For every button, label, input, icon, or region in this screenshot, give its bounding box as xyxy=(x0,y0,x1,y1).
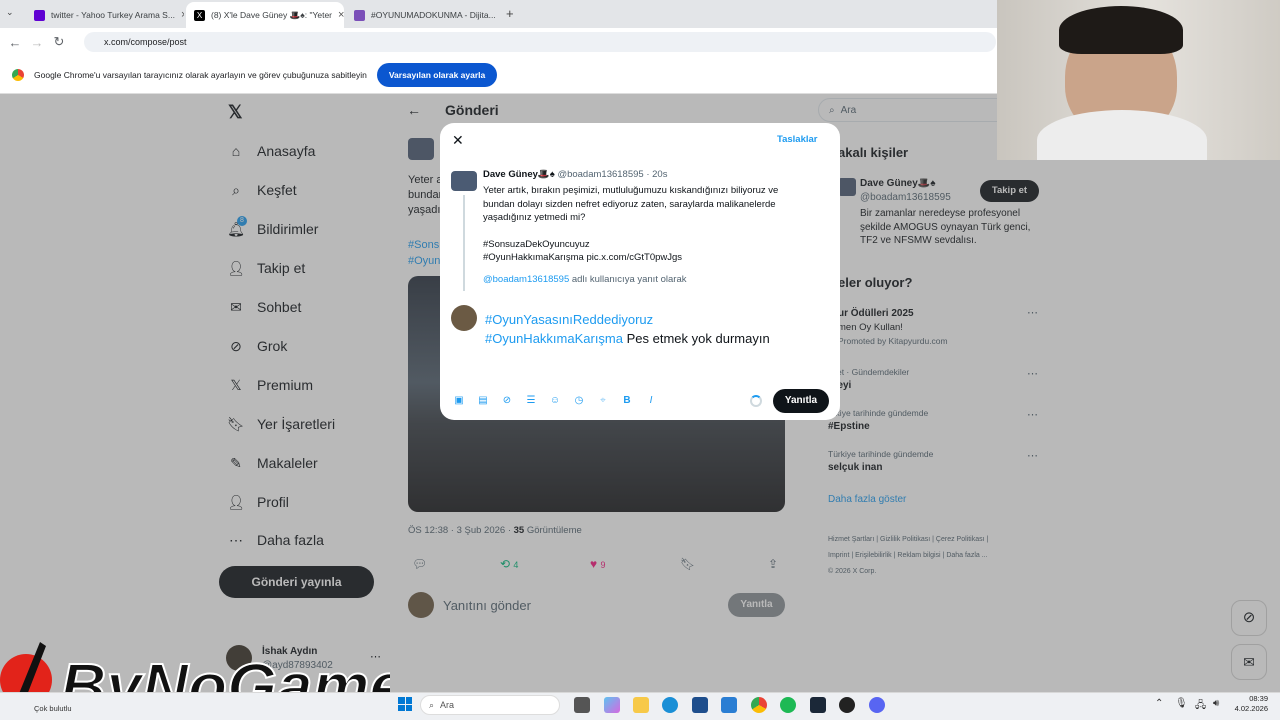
address-bar[interactable]: x.com/compose/post xyxy=(84,32,996,52)
reply-to-text: adlı kullanıcıya yanıt olarak xyxy=(569,274,686,285)
close-icon[interactable]: ✕ xyxy=(452,132,464,149)
network-icon[interactable]: 🖧︎ xyxy=(1195,698,1206,715)
copilot-icon[interactable] xyxy=(604,697,620,713)
author-handle: @boadam13618595 · 20s xyxy=(557,169,667,180)
emoji-icon[interactable]: ☺ xyxy=(549,395,561,407)
italic-icon[interactable]: I xyxy=(645,395,657,407)
tab-title: #OYUNUMADOKUNMA - Dijita... xyxy=(371,10,496,20)
edge-icon[interactable] xyxy=(662,697,678,713)
gif-icon[interactable]: ▤ xyxy=(477,395,489,407)
char-counter-icon xyxy=(750,395,762,407)
bold-icon[interactable]: B xyxy=(621,395,633,407)
tab-x-post[interactable]: X (8) X'le Dave Güney 🎩♠: "Yeter × xyxy=(186,2,344,28)
new-tab-icon[interactable]: + xyxy=(506,6,514,21)
search-icon: ⌕ xyxy=(429,700,434,711)
avatar xyxy=(451,305,477,331)
clock-date: 4.02.2026 xyxy=(1228,704,1268,714)
x-logo-icon: X xyxy=(194,10,205,21)
text-line: Yeter artık, bırakın peşimizi, mutluluğu… xyxy=(483,184,833,198)
reply-to-handle[interactable]: @boadam13618595 xyxy=(483,274,569,285)
drafts-button[interactable]: Taslaklar xyxy=(777,134,818,145)
game-app-icon[interactable] xyxy=(839,697,855,713)
windows-start-icon[interactable] xyxy=(398,697,412,711)
text-line: yaşadığınız yetmedi mi? xyxy=(483,211,833,225)
discord-taskbar-icon[interactable] xyxy=(869,697,885,713)
compose-hashtag: #OyunYasasınıReddediyoruz xyxy=(485,310,830,329)
close-icon[interactable]: × xyxy=(175,9,184,21)
quoted-author: Dave Güney🎩♠ @boadam13618595 · 20s xyxy=(483,169,667,180)
hair xyxy=(1059,6,1183,54)
text-line: bundan dolayı sizden nefret ediyoruz zat… xyxy=(483,198,833,212)
microphone-icon[interactable]: 🎙︎ xyxy=(1175,698,1188,709)
reply-compose-dialog: ✕ Taslaklar Dave Güney🎩♠ @boadam13618595… xyxy=(440,123,840,420)
clock-time: 08:39 xyxy=(1228,694,1268,704)
grok-icon[interactable]: ⊘ xyxy=(501,395,513,407)
quoted-text: Yeter artık, bırakın peşimizi, mutluluğu… xyxy=(483,184,833,265)
store-icon[interactable] xyxy=(692,697,708,713)
author-name: Dave Güney🎩♠ xyxy=(483,169,555,180)
reload-icon[interactable]: ↻ xyxy=(48,34,70,50)
tab-oyunumadokunma[interactable]: #OYUNUMADOKUNMA - Dijita... × xyxy=(346,2,496,28)
file-explorer-icon[interactable] xyxy=(633,697,649,713)
yahoo-icon xyxy=(34,10,45,21)
infobar-text: Google Chrome'u varsayılan tarayıcınız o… xyxy=(34,70,367,80)
compose-text: Pes etmek yok durmayın xyxy=(623,331,770,346)
tray-chevron-icon[interactable]: ⌃ xyxy=(1155,698,1163,709)
tab-bar: ⌄ twitter - Yahoo Turkey Arama S... × X … xyxy=(0,0,1000,28)
spotify-icon[interactable] xyxy=(780,697,796,713)
tab-title: twitter - Yahoo Turkey Arama S... xyxy=(51,10,175,20)
steam-icon[interactable] xyxy=(810,697,826,713)
default-browser-infobar: Google Chrome'u varsayılan tarayıcınız o… xyxy=(0,56,1000,94)
clock[interactable]: 08:39 4.02.2026 xyxy=(1228,694,1268,714)
tab-search-chevron-icon[interactable]: ⌄ xyxy=(6,7,14,18)
volume-icon[interactable]: 🔊︎ xyxy=(1213,698,1219,709)
tab-title: (8) X'le Dave Güney 🎩♠: "Yeter xyxy=(211,10,332,21)
chrome-taskbar-icon[interactable] xyxy=(751,697,767,713)
webcam-overlay xyxy=(997,0,1280,160)
image-icon[interactable]: ▣ xyxy=(453,395,465,407)
taskbar-search[interactable]: ⌕ Ara xyxy=(420,695,560,715)
text-line: #SonsuzaDekOyuncuyuz xyxy=(483,238,833,252)
taskbar-search-text: Ara xyxy=(440,700,454,710)
task-view-icon[interactable] xyxy=(574,697,590,713)
discord-icon xyxy=(354,10,365,21)
schedule-icon[interactable]: ◷ xyxy=(573,395,585,407)
text-line: #OyunHakkımaKarışma pic.x.com/cGtT0pwJgs xyxy=(483,251,833,265)
close-icon[interactable]: × xyxy=(332,9,344,21)
chrome-icon xyxy=(12,69,24,81)
compose-textarea[interactable]: #OyunYasasınıReddediyoruz #OyunHakkımaKa… xyxy=(485,310,830,348)
mail-app-icon[interactable] xyxy=(721,697,737,713)
forward-icon[interactable]: → xyxy=(26,35,48,50)
location-icon[interactable]: ⌖ xyxy=(597,395,609,407)
weather-text[interactable]: Çok bulutlu xyxy=(34,704,72,713)
url-text: x.com/compose/post xyxy=(104,37,187,47)
poll-icon[interactable]: ☰ xyxy=(525,395,537,407)
compose-hashtag: #OyunHakkımaKarışma xyxy=(485,331,623,346)
avatar xyxy=(451,171,477,191)
back-icon[interactable]: ← xyxy=(4,35,26,50)
tab-yahoo[interactable]: twitter - Yahoo Turkey Arama S... × xyxy=(26,2,184,28)
replying-to: @boadam13618595 adlı kullanıcıya yanıt o… xyxy=(483,274,686,285)
submit-reply-button[interactable]: Yanıtla xyxy=(773,389,829,413)
set-default-button[interactable]: Varsayılan olarak ayarla xyxy=(377,63,497,87)
thread-line xyxy=(463,195,465,291)
